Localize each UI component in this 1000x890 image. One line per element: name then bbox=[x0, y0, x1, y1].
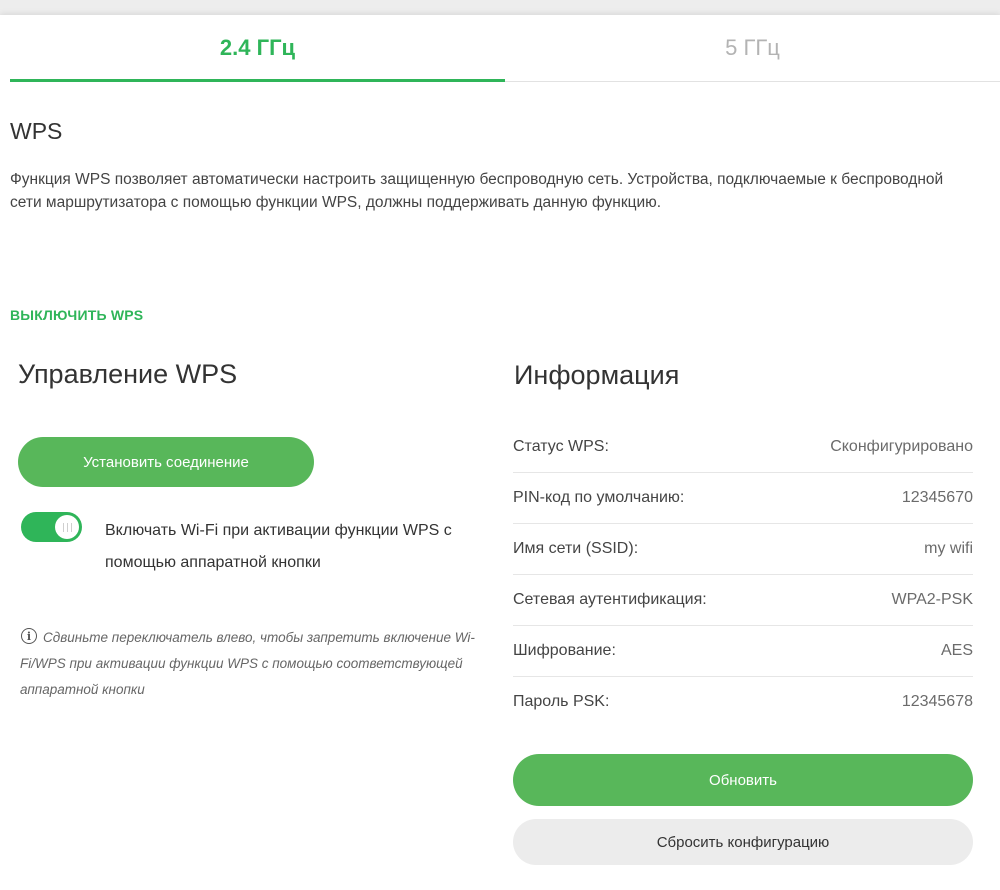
wps-section-title: WPS bbox=[10, 118, 63, 144]
info-value: 12345670 bbox=[901, 489, 973, 506]
information-title: Информация bbox=[514, 360, 680, 390]
info-icon: i bbox=[21, 628, 37, 644]
info-value: AES bbox=[940, 642, 973, 659]
refresh-button[interactable]: Обновить bbox=[513, 754, 973, 806]
info-row-encryption: Шифрование: AES bbox=[513, 626, 973, 677]
info-label: Пароль PSK: bbox=[513, 693, 610, 710]
toggle-knob bbox=[55, 515, 79, 539]
info-label: Сетевая аутентификация: bbox=[513, 591, 707, 608]
info-row-wps-status: Статус WPS: Сконфигурировано bbox=[513, 422, 973, 473]
info-label: PIN-код по умолчанию: bbox=[513, 489, 685, 506]
info-row-ssid: Имя сети (SSID): my wifi bbox=[513, 524, 973, 575]
info-table: Статус WPS: Сконфигурировано PIN-код по … bbox=[513, 422, 973, 727]
tab-2-4-ghz[interactable]: 2.4 ГГц bbox=[10, 15, 505, 82]
wifi-hardware-button-toggle[interactable] bbox=[21, 512, 82, 542]
info-value: my wifi bbox=[924, 540, 973, 557]
info-value: Сконфигурировано bbox=[830, 438, 973, 455]
disable-wps-link[interactable]: ВЫКЛЮЧИТЬ WPS bbox=[10, 307, 143, 323]
toggle-label: Включать Wi-Fi при активации функции WPS… bbox=[105, 522, 452, 571]
info-row-authentication: Сетевая аутентификация: WPA2-PSK bbox=[513, 575, 973, 626]
info-label: Шифрование: bbox=[513, 642, 616, 659]
wps-management-title: Управление WPS bbox=[18, 359, 238, 389]
info-label: Имя сети (SSID): bbox=[513, 540, 639, 557]
tab-5-ghz[interactable]: 5 ГГц bbox=[505, 15, 1000, 81]
wps-description: Функция WPS позволяет автоматически наст… bbox=[10, 171, 944, 211]
info-row-psk-password: Пароль PSK: 12345678 bbox=[513, 677, 973, 727]
hint-text: Сдвиньте переключатель влево, чтобы запр… bbox=[20, 630, 475, 697]
info-value: WPA2-PSK bbox=[891, 591, 974, 608]
info-value: 12345678 bbox=[901, 693, 973, 710]
info-label: Статус WPS: bbox=[513, 438, 609, 455]
wps-settings-panel: 2.4 ГГц 5 ГГц WPS Функция WPS позволяет … bbox=[0, 15, 1000, 890]
info-row-default-pin: PIN-код по умолчанию: 12345670 bbox=[513, 473, 973, 524]
establish-connection-button[interactable]: Установить соединение bbox=[18, 437, 314, 487]
grip-icon bbox=[62, 522, 72, 532]
reset-configuration-button[interactable]: Сбросить конфигурацию bbox=[513, 819, 973, 865]
band-tabs: 2.4 ГГц 5 ГГц bbox=[10, 15, 1000, 82]
